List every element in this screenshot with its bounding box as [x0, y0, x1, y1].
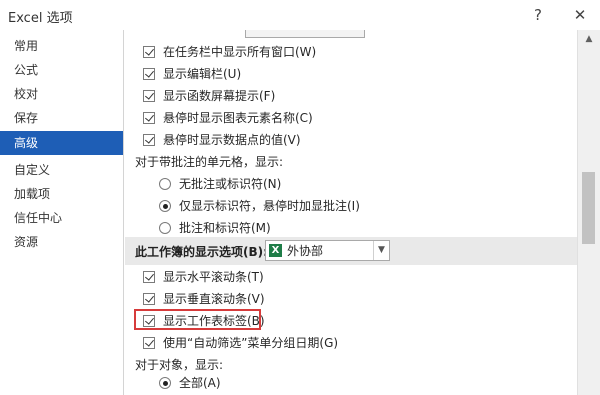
- dialog-title: Excel 选项: [8, 11, 73, 26]
- workbook-name: 外协部: [287, 244, 324, 258]
- sidebar-item-customize[interactable]: 自定义: [0, 158, 123, 182]
- comments-label: 对于带批注的单元格，显示:: [135, 155, 284, 169]
- comment-option-both[interactable]: 批注和标识符(M): [125, 218, 577, 238]
- objects-group-label: 对于对象，显示:: [125, 355, 577, 375]
- checkbox-checked[interactable]: [143, 271, 155, 283]
- checkbox-checked[interactable]: [143, 112, 155, 124]
- scroll-up-icon[interactable]: ▲: [578, 30, 600, 48]
- radio-selected[interactable]: [159, 200, 171, 212]
- checkbox-label: 显示编辑栏(U): [163, 67, 242, 81]
- sidebar-item-save[interactable]: 保存: [0, 106, 123, 130]
- excel-workbook-icon: X: [269, 244, 282, 257]
- checkbox-checked[interactable]: [143, 46, 155, 58]
- object-option-all[interactable]: 全部(A): [125, 373, 577, 393]
- workbook-display-section-header: 此工作簿的显示选项(B): X 外协部 ▼: [125, 237, 577, 265]
- sidebar-item-proofing[interactable]: 校对: [0, 82, 123, 106]
- checkbox-label: 显示工作表标签(B): [163, 314, 265, 328]
- checkbox-label: 显示函数屏幕提示(F): [163, 89, 276, 103]
- show-formula-bar-option[interactable]: 显示编辑栏(U): [125, 64, 577, 84]
- checkbox-label: 悬停时显示图表元素名称(C): [163, 111, 313, 125]
- dialog-title-bar: Excel 选项 ? ✕: [0, 0, 600, 30]
- cutoff-field: [245, 30, 365, 38]
- checkbox-checked[interactable]: [143, 68, 155, 80]
- group-dates-autofilter-option[interactable]: 使用“自动筛选”菜单分组日期(G): [125, 333, 577, 353]
- data-point-values-option[interactable]: 悬停时显示数据点的值(V): [125, 130, 577, 150]
- advanced-options-panel: 在任务栏中显示所有窗口(W) 显示编辑栏(U) 显示函数屏幕提示(F) 悬停时显…: [125, 30, 577, 395]
- comment-option-none[interactable]: 无批注或标识符(N): [125, 174, 577, 194]
- checkbox-checked[interactable]: [143, 315, 155, 327]
- checkbox-label: 显示垂直滚动条(V): [163, 292, 265, 306]
- show-horizontal-scrollbar-option[interactable]: 显示水平滚动条(T): [125, 267, 577, 287]
- sidebar-item-advanced[interactable]: 高级: [0, 131, 123, 155]
- comment-option-indicator-only[interactable]: 仅显示标识符，悬停时加显批注(I): [125, 196, 577, 216]
- show-sheet-tabs-option[interactable]: 显示工作表标签(B): [125, 311, 577, 331]
- radio-label: 全部(A): [179, 376, 221, 390]
- radio-label: 无批注或标识符(N): [179, 177, 282, 191]
- checkbox-checked[interactable]: [143, 337, 155, 349]
- radio-label: 批注和标识符(M): [179, 221, 271, 235]
- radio-selected[interactable]: [159, 377, 171, 389]
- comments-group-label: 对于带批注的单元格，显示:: [125, 152, 577, 172]
- options-sidebar: 常用 公式 校对 保存 高级 自定义 加载项 信任中心 资源: [0, 30, 124, 395]
- checkbox-checked[interactable]: [143, 134, 155, 146]
- sidebar-item-general[interactable]: 常用: [0, 34, 123, 58]
- checkbox-label: 悬停时显示数据点的值(V): [163, 133, 301, 147]
- sidebar-item-addins[interactable]: 加载项: [0, 182, 123, 206]
- objects-label: 对于对象，显示:: [135, 358, 224, 372]
- radio-unselected[interactable]: [159, 222, 171, 234]
- radio-label: 仅显示标识符，悬停时加显批注(I): [179, 199, 360, 213]
- show-all-windows-option[interactable]: 在任务栏中显示所有窗口(W): [125, 42, 577, 62]
- section-title: 此工作簿的显示选项(B):: [135, 245, 268, 259]
- radio-unselected[interactable]: [159, 178, 171, 190]
- help-button[interactable]: ?: [526, 4, 550, 26]
- cutoff-previous-row: [125, 30, 577, 40]
- sidebar-item-resources[interactable]: 资源: [0, 230, 123, 254]
- close-icon[interactable]: ✕: [568, 4, 592, 26]
- show-function-tooltips-option[interactable]: 显示函数屏幕提示(F): [125, 86, 577, 106]
- sidebar-item-trust-center[interactable]: 信任中心: [0, 206, 123, 230]
- chevron-down-icon[interactable]: ▼: [373, 241, 389, 260]
- checkbox-checked[interactable]: [143, 90, 155, 102]
- workbook-dropdown[interactable]: X 外协部 ▼: [265, 240, 390, 261]
- chart-element-names-option[interactable]: 悬停时显示图表元素名称(C): [125, 108, 577, 128]
- checkbox-label: 使用“自动筛选”菜单分组日期(G): [163, 336, 339, 350]
- vertical-scrollbar[interactable]: ▲: [577, 30, 600, 395]
- sidebar-item-formulas[interactable]: 公式: [0, 58, 123, 82]
- checkbox-checked[interactable]: [143, 293, 155, 305]
- show-vertical-scrollbar-option[interactable]: 显示垂直滚动条(V): [125, 289, 577, 309]
- checkbox-label: 在任务栏中显示所有窗口(W): [163, 45, 317, 59]
- checkbox-label: 显示水平滚动条(T): [163, 270, 264, 284]
- scrollbar-thumb[interactable]: [582, 172, 595, 244]
